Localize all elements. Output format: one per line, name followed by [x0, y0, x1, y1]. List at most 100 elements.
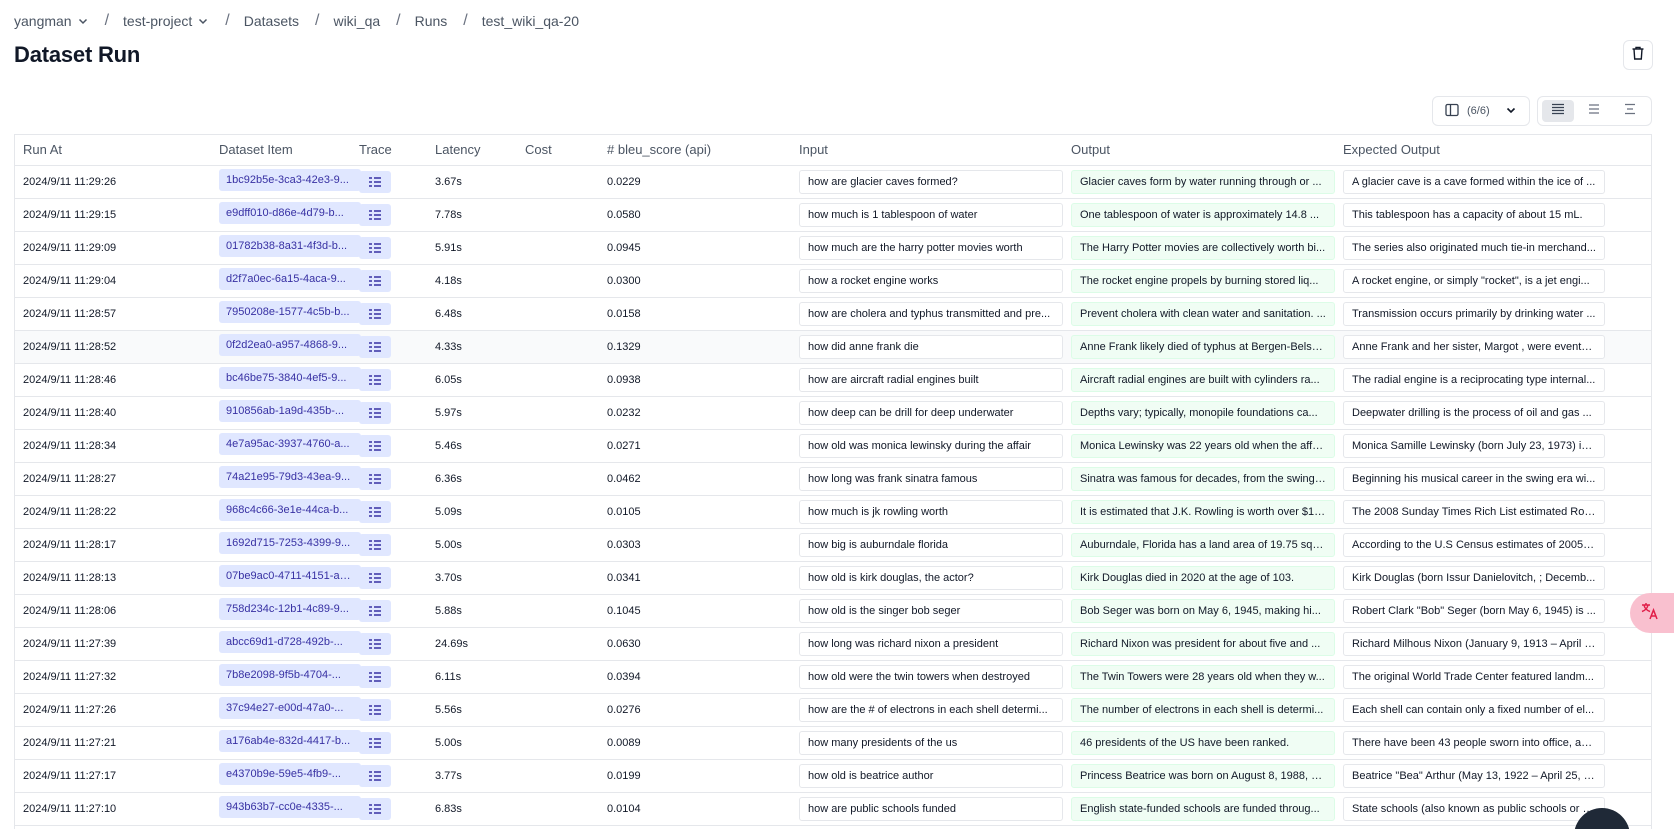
breadcrumb-dataset[interactable]: wiki_qa: [333, 13, 380, 29]
trace-button[interactable]: [359, 401, 391, 424]
expected-output-preview[interactable]: Monica Samille Lewinsky (born July 23, 1…: [1343, 433, 1605, 458]
output-preview[interactable]: The Twin Towers were 28 years old when t…: [1071, 664, 1335, 689]
table-row[interactable]: 2024/9/11 11:28:34 4e7a95ac-3937-4760-a..…: [15, 429, 1651, 463]
input-preview[interactable]: how big is auburndale florida: [799, 532, 1063, 557]
table-row[interactable]: 2024/9/11 11:28:22 968c4c66-3e1e-44ca-b..…: [15, 495, 1651, 529]
output-preview[interactable]: The Harry Potter movies are collectively…: [1071, 235, 1335, 260]
table-row[interactable]: 2024/9/11 11:27:10 943b63b7-cc0e-4335-...…: [15, 792, 1651, 826]
output-preview[interactable]: One tablespoon of water is approximately…: [1071, 202, 1335, 227]
table-row[interactable]: 2024/9/11 11:29:04 d2f7a0ec-6a15-4aca-9..…: [15, 264, 1651, 298]
input-preview[interactable]: how many presidents of the us: [799, 730, 1063, 755]
output-preview[interactable]: Richard Nixon was president for about fi…: [1071, 631, 1335, 656]
trace-button[interactable]: [359, 500, 391, 523]
dataset-item-link[interactable]: d2f7a0ec-6a15-4aca-9...: [219, 268, 361, 290]
input-preview[interactable]: how are aircraft radial engines built: [799, 367, 1063, 392]
trace-button[interactable]: [359, 566, 391, 589]
input-preview[interactable]: how old is the singer bob seger: [799, 598, 1063, 623]
expected-output-preview[interactable]: Robert Clark "Bob" Seger (born May 6, 19…: [1343, 598, 1605, 623]
dataset-item-link[interactable]: 74a21e95-79d3-43ea-9...: [219, 466, 361, 488]
header-cost[interactable]: Cost: [517, 135, 599, 166]
input-preview[interactable]: how are glacier caves formed?: [799, 169, 1063, 194]
input-preview[interactable]: how did anne frank die: [799, 334, 1063, 359]
table-row[interactable]: 2024/9/11 11:28:06 758d234c-12b1-4c89-9..…: [15, 594, 1651, 628]
expected-output-preview[interactable]: Richard Milhous Nixon (January 9, 1913 –…: [1343, 631, 1605, 656]
expected-output-preview[interactable]: Beginning his musical career in the swin…: [1343, 466, 1605, 491]
density-normal-button[interactable]: [1578, 100, 1610, 122]
table-row[interactable]: 2024/9/11 11:29:15 e9dff010-d86e-4d79-b..…: [15, 198, 1651, 232]
table-row[interactable]: 2024/9/11 11:29:09 01782b38-8a31-4f3d-b..…: [15, 231, 1651, 265]
input-preview[interactable]: how long was richard nixon a president: [799, 631, 1063, 656]
output-preview[interactable]: 46 presidents of the US have been ranked…: [1071, 730, 1335, 755]
trace-button[interactable]: [359, 665, 391, 688]
breadcrumb-datasets[interactable]: Datasets: [244, 13, 299, 29]
trace-button[interactable]: [359, 434, 391, 457]
expected-output-preview[interactable]: The original World Trade Center featured…: [1343, 664, 1605, 689]
trace-button[interactable]: [359, 764, 391, 787]
delete-button[interactable]: [1623, 40, 1653, 70]
output-preview[interactable]: Bob Seger was born on May 6, 1945, makin…: [1071, 598, 1335, 623]
dataset-item-link[interactable]: e4370b9e-59e5-4fb9-...: [219, 763, 361, 785]
expected-output-preview[interactable]: According to the U.S Census estimates of…: [1343, 532, 1605, 557]
table-row[interactable]: 2024/9/11 11:28:27 74a21e95-79d3-43ea-9..…: [15, 462, 1651, 496]
trace-button[interactable]: [359, 269, 391, 292]
expected-output-preview[interactable]: This tablespoon has a capacity of about …: [1343, 202, 1605, 227]
breadcrumb-runs[interactable]: Runs: [415, 13, 448, 29]
table-row[interactable]: 2024/9/11 11:28:46 bc46be75-3840-4ef5-9..…: [15, 363, 1651, 397]
output-preview[interactable]: Princess Beatrice was born on August 8, …: [1071, 763, 1335, 788]
breadcrumb-org[interactable]: yangman: [14, 13, 89, 29]
dataset-item-link[interactable]: 910856ab-1a9d-435b-...: [219, 400, 361, 422]
trace-button[interactable]: [359, 203, 391, 226]
output-preview[interactable]: The number of electrons in each shell is…: [1071, 697, 1335, 722]
dataset-item-link[interactable]: bc46be75-3840-4ef5-9...: [219, 367, 361, 389]
expected-output-preview[interactable]: There have been 43 people sworn into off…: [1343, 730, 1605, 755]
input-preview[interactable]: how are cholera and typhus transmitted a…: [799, 301, 1063, 326]
input-preview[interactable]: how much is jk rowling worth: [799, 499, 1063, 524]
trace-button[interactable]: [359, 368, 391, 391]
trace-button[interactable]: [359, 467, 391, 490]
table-row[interactable]: 2024/9/11 11:27:26 37c94e27-e00d-47a0-...…: [15, 693, 1651, 727]
table-row[interactable]: 2024/9/11 11:28:13 07be9ac0-4711-4151-a1.…: [15, 561, 1651, 595]
expected-output-preview[interactable]: State schools (also known as public scho…: [1343, 796, 1605, 821]
dataset-item-link[interactable]: 7b8e2098-9f5b-4704-...: [219, 664, 361, 686]
dataset-item-link[interactable]: 37c94e27-e00d-47a0-...: [219, 697, 361, 719]
dataset-item-link[interactable]: 07be9ac0-4711-4151-a1...: [219, 565, 361, 587]
expected-output-preview[interactable]: Deepwater drilling is the process of oil…: [1343, 400, 1605, 425]
input-preview[interactable]: how old is kirk douglas, the actor?: [799, 565, 1063, 590]
table-row[interactable]: 2024/9/11 11:27:17 e4370b9e-59e5-4fb9-...…: [15, 759, 1651, 793]
output-preview[interactable]: English state-funded schools are funded …: [1071, 796, 1335, 821]
table-row[interactable]: 2024/9/11 11:28:52 0f2d2ea0-a957-4868-9..…: [15, 330, 1651, 364]
output-preview[interactable]: Anne Frank likely died of typhus at Berg…: [1071, 334, 1335, 359]
expected-output-preview[interactable]: Anne Frank and her sister, Margot , were…: [1343, 334, 1605, 359]
output-preview[interactable]: Monica Lewinsky was 22 years old when th…: [1071, 433, 1335, 458]
trace-button[interactable]: [359, 698, 391, 721]
trace-button[interactable]: [359, 797, 391, 820]
trace-button[interactable]: [359, 632, 391, 655]
output-preview[interactable]: Kirk Douglas died in 2020 at the age of …: [1071, 565, 1335, 590]
dataset-item-link[interactable]: e9dff010-d86e-4d79-b...: [219, 202, 361, 224]
table-row[interactable]: 2024/9/11 11:28:57 7950208e-1577-4c5b-b..…: [15, 297, 1651, 331]
expected-output-preview[interactable]: Each shell can contain only a fixed numb…: [1343, 697, 1605, 722]
dataset-item-link[interactable]: 1bc92b5e-3ca3-42e3-9...: [219, 169, 361, 191]
dataset-item-link[interactable]: 1692d715-7253-4399-9...: [219, 532, 361, 554]
trace-button[interactable]: [359, 731, 391, 754]
input-preview[interactable]: how long was frank sinatra famous: [799, 466, 1063, 491]
output-preview[interactable]: Sinatra was famous for decades, from the…: [1071, 466, 1335, 491]
dataset-item-link[interactable]: 4e7a95ac-3937-4760-a...: [219, 433, 361, 455]
header-run-at[interactable]: Run At: [15, 135, 211, 166]
output-preview[interactable]: Prevent cholera with clean water and san…: [1071, 301, 1335, 326]
trace-button[interactable]: [359, 533, 391, 556]
trace-button[interactable]: [359, 236, 391, 259]
input-preview[interactable]: how old is beatrice author: [799, 763, 1063, 788]
dataset-item-link[interactable]: 01782b38-8a31-4f3d-b...: [219, 235, 361, 257]
input-preview[interactable]: how much is 1 tablespoon of water: [799, 202, 1063, 227]
expected-output-preview[interactable]: Kirk Douglas (born Issur Danielovitch, ;…: [1343, 565, 1605, 590]
output-preview[interactable]: Aircraft radial engines are built with c…: [1071, 367, 1335, 392]
density-compact-button[interactable]: [1614, 100, 1646, 122]
output-preview[interactable]: Depths vary; typically, monopile foundat…: [1071, 400, 1335, 425]
table-row[interactable]: 2024/9/11 11:27:32 7b8e2098-9f5b-4704-...…: [15, 660, 1651, 694]
output-preview[interactable]: Auburndale, Florida has a land area of 1…: [1071, 532, 1335, 557]
expected-output-preview[interactable]: A glacier cave is a cave formed within t…: [1343, 169, 1605, 194]
dataset-item-link[interactable]: 7950208e-1577-4c5b-b...: [219, 301, 361, 323]
output-preview[interactable]: It is estimated that J.K. Rowling is wor…: [1071, 499, 1335, 524]
header-input[interactable]: Input: [791, 135, 1063, 166]
